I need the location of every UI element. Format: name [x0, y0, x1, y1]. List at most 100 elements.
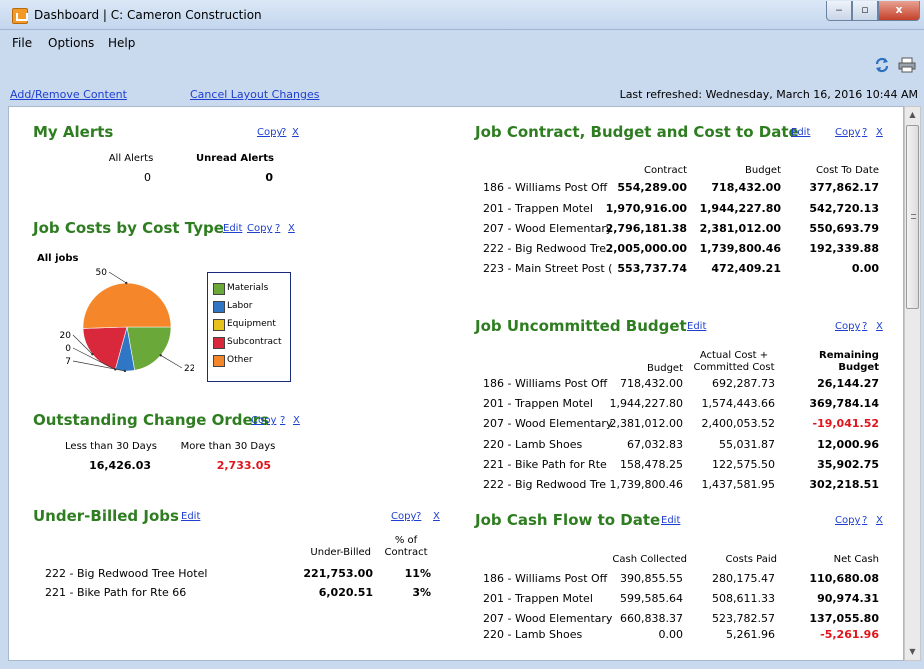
col-remaining-line1: Remaining: [819, 350, 879, 361]
under-billed-copy-link[interactable]: Copy: [391, 511, 416, 522]
last-refreshed-text: Last refreshed: Wednesday, March 16, 201…: [619, 88, 918, 101]
contract-cost: 192,339.88: [809, 242, 879, 255]
cashflow-paid: 5,261.96: [726, 628, 775, 641]
menu-options[interactable]: Options: [48, 36, 94, 50]
under-billed-amount: 6,020.51: [318, 586, 373, 599]
under-billed-close-link[interactable]: X: [433, 511, 440, 522]
change-orders-close-link[interactable]: X: [293, 415, 300, 426]
uncommitted-remaining: 12,000.96: [817, 438, 879, 451]
cost-type-help-link[interactable]: ?: [275, 223, 280, 234]
cashflow-job: 201 - Trappen Motel: [483, 592, 593, 605]
print-icon[interactable]: [898, 57, 916, 73]
close-window-button[interactable]: x: [878, 1, 920, 21]
cashflow-net: 137,055.80: [809, 612, 879, 625]
cashflow-copy-link[interactable]: Copy: [835, 515, 860, 526]
cost-type-copy-link[interactable]: Copy: [247, 223, 272, 234]
dashboard-content: My Alerts Copy ? X All Alerts Unread Ale…: [8, 106, 904, 661]
pie-leader-dot: [159, 354, 162, 357]
uncommitted-edit-link[interactable]: Edit: [687, 321, 706, 332]
pie-leader-line: [160, 354, 183, 369]
minimize-button[interactable]: ‒: [826, 1, 852, 21]
alerts-help-link[interactable]: ?: [281, 127, 286, 138]
pie-leader-dot: [125, 281, 128, 285]
cashflow-net: -5,261.96: [820, 628, 879, 641]
scroll-thumb[interactable]: [906, 125, 919, 309]
contract-budget: 2,381,012.00: [699, 222, 781, 235]
cost-type-legend: Materials Labor Equipment Subcontract Ot…: [207, 272, 291, 382]
cashflow-close-link[interactable]: X: [876, 515, 883, 526]
contract-copy-link[interactable]: Copy: [835, 127, 860, 138]
job-costs-by-type-title: Job Costs by Cost Type: [33, 219, 224, 237]
cashflow-net: 90,974.31: [817, 592, 879, 605]
cancel-layout-changes-link[interactable]: Cancel Layout Changes: [190, 88, 320, 101]
cashflow-edit-link[interactable]: Edit: [661, 515, 680, 526]
contract-job: 207 - Wood Elementary: [483, 222, 613, 235]
col-actual-line1: Actual Cost +: [699, 350, 769, 361]
col-contract: Contract: [643, 165, 687, 176]
cost-type-edit-link[interactable]: Edit: [223, 223, 242, 234]
cashflow-paid: 508,611.33: [712, 592, 775, 605]
maximize-button[interactable]: ▫: [852, 1, 878, 21]
alerts-close-link[interactable]: X: [292, 127, 299, 138]
cashflow-help-link[interactable]: ?: [862, 515, 867, 526]
uncommitted-job: 220 - Lamb Shoes: [483, 438, 583, 451]
contract-help-link[interactable]: ?: [862, 127, 867, 138]
contract-budget: 1,739,800.46: [699, 242, 781, 255]
lt30-days-label: Less than 30 Days: [65, 441, 157, 452]
change-orders-help-link[interactable]: ?: [280, 415, 285, 426]
scroll-down-arrow-icon[interactable]: ▼: [905, 644, 920, 660]
change-orders-copy-link[interactable]: Copy: [251, 415, 276, 426]
under-billed-title: Under-Billed Jobs: [33, 507, 179, 525]
legend-label-subcontract: Subcontract: [227, 337, 282, 347]
uncommitted-help-link[interactable]: ?: [862, 321, 867, 332]
uncommitted-budget: 718,432.00: [620, 377, 683, 390]
cost-type-close-link[interactable]: X: [288, 223, 295, 234]
contract-budget: 472,409.21: [711, 262, 781, 275]
contract-budget: 718,432.00: [711, 181, 781, 194]
contract-cost: 377,862.17: [809, 181, 879, 194]
contract-job: 222 - Big Redwood Tre: [483, 242, 607, 255]
under-billed-edit-link[interactable]: Edit: [181, 511, 200, 522]
uncommitted-budget: 1,739,800.46: [609, 478, 683, 491]
cash-flow-title: Job Cash Flow to Date: [475, 511, 661, 529]
contract-job: 186 - Williams Post Off: [483, 181, 608, 194]
add-remove-content-link[interactable]: Add/Remove Content: [10, 88, 127, 101]
legend-label-labor: Labor: [227, 301, 253, 311]
contract-close-link[interactable]: X: [876, 127, 883, 138]
contract-cost: 550,693.79: [809, 222, 879, 235]
uncommitted-job: 207 - Wood Elementary: [483, 417, 613, 430]
under-billed-help-link[interactable]: ?: [416, 511, 421, 522]
under-billed-amount: 221,753.00: [303, 567, 373, 580]
uncommitted-copy-link[interactable]: Copy: [835, 321, 860, 332]
uncommitted-job: 186 - Williams Post Off: [483, 377, 608, 390]
title-bar: Dashboard | C: Cameron Construction ‒ ▫ …: [0, 0, 924, 30]
uncommitted-job: 222 - Big Redwood Tre: [483, 478, 607, 491]
col-net-cash: Net Cash: [833, 554, 879, 565]
pie-leader-dot: [114, 368, 117, 371]
col-actual-line2: Committed Cost: [693, 362, 775, 373]
refresh-icon[interactable]: [874, 57, 890, 73]
alerts-copy-link[interactable]: Copy: [257, 127, 282, 138]
scroll-up-arrow-icon[interactable]: ▲: [905, 107, 920, 123]
uncommitted-actual: 122,575.50: [712, 458, 775, 471]
cashflow-collected: 660,838.37: [620, 612, 683, 625]
contract-value: 553,737.74: [617, 262, 687, 275]
col-cash-collected: Cash Collected: [612, 554, 687, 565]
uncommitted-close-link[interactable]: X: [876, 321, 883, 332]
uncommitted-actual: 55,031.87: [719, 438, 775, 451]
uncommitted-actual: 1,437,581.95: [701, 478, 775, 491]
app-icon: [12, 8, 28, 24]
all-alerts-count: 0: [144, 171, 151, 184]
vertical-scrollbar[interactable]: ▲ ▼: [904, 106, 921, 661]
uncommitted-remaining: 26,144.27: [817, 377, 879, 390]
uncommitted-budget: 158,478.25: [620, 458, 683, 471]
cashflow-paid: 523,782.57: [712, 612, 775, 625]
contract-edit-link[interactable]: Edit: [791, 127, 810, 138]
pie-slice-other: [82, 282, 172, 329]
menu-help[interactable]: Help: [108, 36, 135, 50]
menu-file[interactable]: File: [12, 36, 32, 50]
pie-value-label-equipment: 0: [65, 344, 71, 354]
uncommitted-actual: 692,287.73: [712, 377, 775, 390]
col-costs-paid: Costs Paid: [725, 554, 777, 565]
cost-type-pie-chart: 22 7 0 20 50: [60, 268, 194, 374]
